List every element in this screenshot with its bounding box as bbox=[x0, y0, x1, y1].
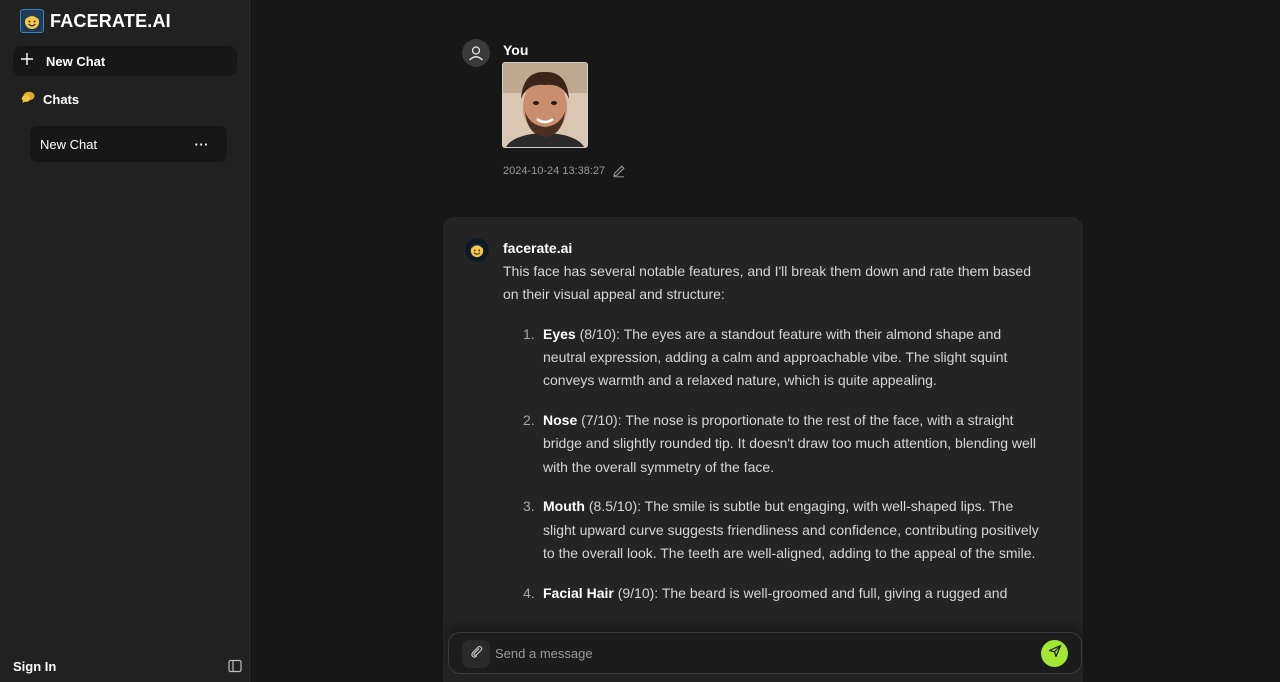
edit-pencil-icon[interactable] bbox=[612, 164, 626, 178]
feature-title: Facial Hair bbox=[543, 584, 614, 601]
chat-item-label: New Chat bbox=[40, 136, 98, 152]
list-item: 2. Nose (7/10): The nose is proportionat… bbox=[523, 409, 1043, 479]
user-name: You bbox=[503, 42, 529, 58]
uploaded-face-photo[interactable] bbox=[502, 62, 588, 148]
assistant-message-body: This face has several notable features, … bbox=[503, 260, 1043, 622]
more-options-icon[interactable]: ··· bbox=[195, 137, 210, 152]
feature-rating: (7/10) bbox=[577, 411, 618, 428]
feature-rating: (8.5/10) bbox=[584, 498, 638, 515]
new-chat-button[interactable]: New Chat bbox=[13, 46, 237, 76]
assistant-intro: This face has several notable features, … bbox=[503, 263, 1031, 303]
plus-icon bbox=[21, 52, 33, 70]
list-number: 1. bbox=[523, 325, 535, 342]
message-composer bbox=[448, 632, 1082, 674]
chat-bubbles-icon bbox=[21, 90, 35, 109]
feature-text: : The nose is proportionate to the rest … bbox=[543, 411, 1036, 475]
rating-list: 1. Eyes (8/10): The eyes are a standout … bbox=[503, 323, 1043, 605]
feature-rating: (8/10) bbox=[575, 325, 617, 342]
chat-main: You 2024-10-24 13:38:27 facerate.ai This… bbox=[250, 0, 1280, 682]
bot-name: facerate.ai bbox=[503, 240, 573, 256]
feature-title: Eyes bbox=[543, 325, 576, 342]
list-item: 3. Mouth (8.5/10): The smile is subtle b… bbox=[523, 495, 1043, 565]
list-item: 1. Eyes (8/10): The eyes are a standout … bbox=[523, 323, 1043, 393]
message-input[interactable] bbox=[495, 642, 1025, 664]
attach-button[interactable] bbox=[462, 640, 490, 668]
user-avatar-icon bbox=[462, 39, 490, 67]
assistant-message: facerate.ai This face has several notabl… bbox=[443, 217, 1083, 682]
brand-name: FACERATE.AI bbox=[50, 10, 171, 31]
chats-label: Chats bbox=[43, 92, 80, 107]
sign-in-button[interactable]: Sign In bbox=[13, 659, 56, 674]
chats-section-header: Chats bbox=[21, 90, 79, 109]
new-chat-label: New Chat bbox=[46, 53, 106, 69]
list-number: 4. bbox=[523, 584, 535, 601]
list-item: 4. Facial Hair (9/10): The beard is well… bbox=[523, 582, 1043, 605]
list-number: 3. bbox=[523, 498, 535, 515]
bot-avatar-icon bbox=[465, 238, 489, 262]
feature-title: Nose bbox=[543, 411, 578, 428]
sidebar-toggle-icon[interactable] bbox=[228, 659, 242, 673]
sidebar: FACERATE.AI New Chat Chats New Chat ··· … bbox=[0, 0, 250, 682]
smiley-face-logo-icon bbox=[20, 9, 44, 33]
chat-list-item[interactable]: New Chat ··· bbox=[30, 126, 227, 162]
paperclip-icon bbox=[470, 645, 483, 663]
message-timestamp: 2024-10-24 13:38:27 bbox=[503, 165, 606, 177]
feature-title: Mouth bbox=[543, 498, 585, 515]
send-button[interactable] bbox=[1041, 640, 1068, 667]
brand[interactable]: FACERATE.AI bbox=[20, 9, 171, 33]
feature-rating: (9/10) bbox=[613, 584, 655, 601]
send-paper-plane-icon bbox=[1048, 644, 1062, 663]
list-number: 2. bbox=[523, 411, 535, 428]
feature-text: : The beard is well-groomed and full, gi… bbox=[654, 584, 1008, 601]
